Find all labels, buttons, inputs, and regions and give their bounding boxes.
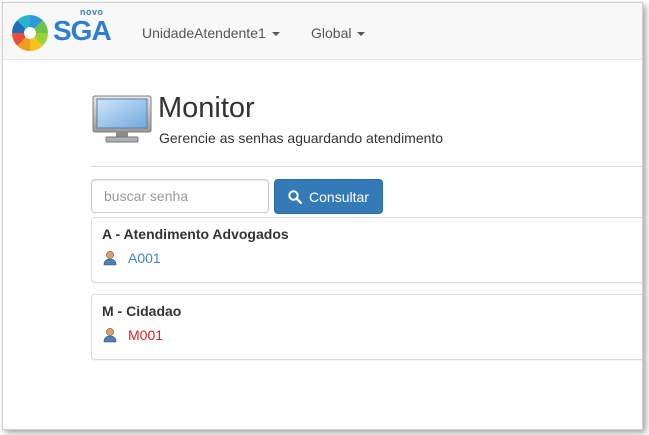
ticket-code[interactable]: M001 (128, 327, 163, 343)
app-window: novo SGA UnidadeAtendente1 Global Monito… (2, 2, 643, 430)
service-title: M - Cidadao (102, 303, 182, 319)
consultar-button-label: Consultar (309, 188, 369, 205)
search-input[interactable] (91, 179, 269, 213)
logo-icon[interactable] (10, 13, 50, 53)
user-icon (103, 251, 117, 266)
ticket-item[interactable]: M001 (102, 327, 163, 343)
global-dropdown[interactable]: Global (311, 23, 366, 43)
consultar-button[interactable]: Consultar (274, 179, 383, 214)
service-panel: A - Atendimento Advogados A001 (91, 217, 642, 283)
global-dropdown-label: Global (311, 25, 352, 41)
unidade-dropdown[interactable]: UnidadeAtendente1 (142, 23, 280, 43)
caret-down-icon (357, 32, 366, 37)
ticket-item[interactable]: A001 (102, 250, 161, 266)
divider (91, 166, 642, 167)
logo-text[interactable]: SGA (53, 15, 112, 47)
service-panel: M - Cidadao M001 (91, 294, 642, 360)
search-icon (288, 189, 303, 204)
page-subtitle: Gerencie as senhas aguardando atendiment… (159, 130, 444, 146)
service-title: A - Atendimento Advogados (102, 226, 289, 242)
caret-down-icon (271, 32, 280, 37)
navbar: novo SGA UnidadeAtendente1 Global (3, 3, 642, 60)
monitor-icon (92, 95, 152, 143)
page-title: Monitor (158, 92, 255, 124)
user-icon (103, 328, 117, 343)
unidade-dropdown-label: UnidadeAtendente1 (142, 25, 266, 41)
ticket-code[interactable]: A001 (128, 250, 161, 266)
